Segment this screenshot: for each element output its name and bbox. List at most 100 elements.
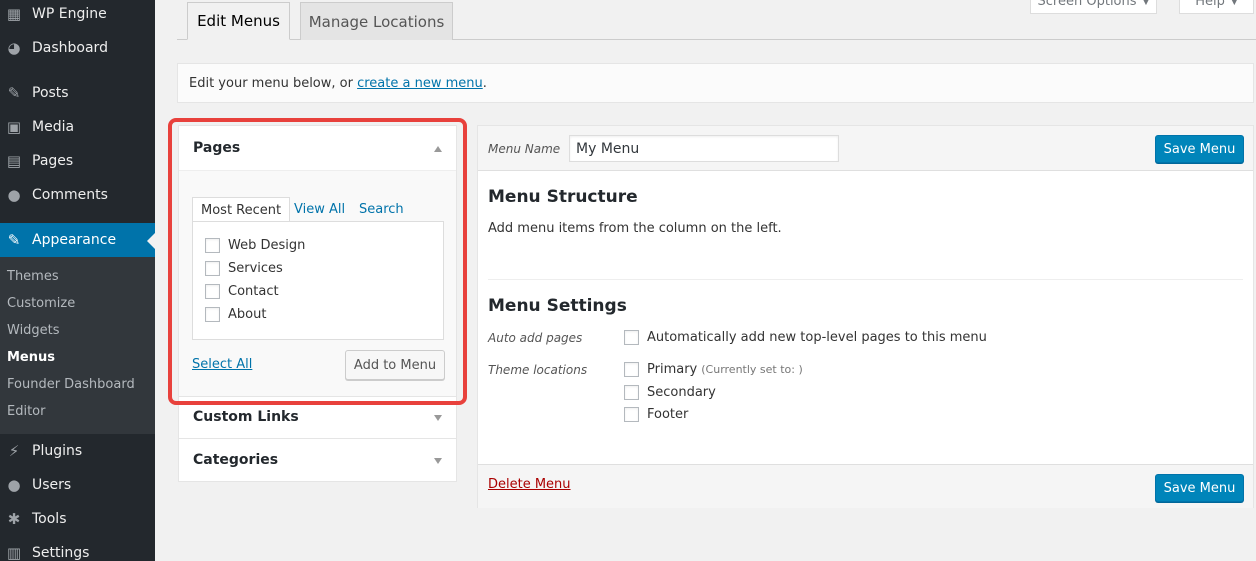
- auto-add-label: Auto add pages: [488, 331, 583, 345]
- menu-structure-hint: Add menu items from the column on the le…: [488, 221, 782, 236]
- help-button[interactable]: Help ▼: [1179, 0, 1254, 14]
- site-name[interactable]: ▦ WP Engine: [0, 0, 155, 31]
- submenu-menus[interactable]: Menus: [7, 350, 55, 365]
- sidebar-item-label: Media: [32, 119, 75, 135]
- plugin-icon: ⚡: [8, 442, 20, 460]
- primary-note: (Currently set to: ): [701, 363, 803, 376]
- submenu-widgets[interactable]: Widgets: [7, 323, 60, 338]
- manage-prefix: Edit your menu below, or: [189, 75, 358, 91]
- media-icon: ▣: [6, 118, 22, 136]
- sidebar-item-label: Comments: [32, 187, 108, 203]
- manage-menus-bar: Edit your menu below, or create a new me…: [177, 63, 1254, 103]
- site-name-label: WP Engine: [32, 6, 107, 22]
- page-label: Web Design: [228, 238, 306, 253]
- submenu-editor[interactable]: Editor: [7, 404, 45, 419]
- custom-links-title: Custom Links: [193, 409, 299, 425]
- sidebar-item-label: Plugins: [32, 443, 83, 459]
- checkbox[interactable]: [624, 330, 639, 345]
- sidebar-item-plugins[interactable]: ⚡ Plugins: [0, 434, 155, 468]
- chevron-down-icon: ▼: [1142, 0, 1150, 7]
- sidebar-item-dashboard[interactable]: ◕ Dashboard: [0, 31, 155, 65]
- auto-add-option[interactable]: Automatically add new top-level pages to…: [624, 330, 987, 345]
- checkbox[interactable]: [624, 385, 639, 400]
- checkbox[interactable]: [205, 238, 220, 253]
- checkbox[interactable]: [205, 284, 220, 299]
- menu-name-label: Menu Name: [488, 142, 561, 156]
- custom-links-metabox[interactable]: Custom Links: [178, 396, 457, 439]
- tab-manage-locations[interactable]: Manage Locations: [300, 2, 453, 40]
- sidebar-item-media[interactable]: ▣ Media: [0, 110, 155, 144]
- sidebar-item-appearance[interactable]: ✎ Appearance: [0, 223, 155, 257]
- screen-options-label: Screen Options: [1037, 0, 1137, 9]
- add-to-menu-button[interactable]: Add to Menu: [345, 350, 445, 380]
- tab-edit-menus[interactable]: Edit Menus: [187, 2, 290, 40]
- list-item[interactable]: Contact: [205, 284, 279, 299]
- tab-view-all[interactable]: View All: [286, 197, 353, 221]
- manage-suffix: .: [482, 75, 487, 91]
- chevron-down-icon: ▼: [1230, 0, 1238, 7]
- expand-down-icon[interactable]: [434, 458, 442, 464]
- settings-icon: ▥: [6, 544, 22, 561]
- appearance-submenu: Themes Customize Widgets Menus Founder D…: [0, 257, 155, 434]
- checkbox[interactable]: [624, 407, 639, 422]
- location-secondary[interactable]: Secondary: [624, 385, 716, 400]
- tab-search[interactable]: Search: [351, 197, 412, 221]
- dashboard-icon: ◕: [7, 39, 21, 57]
- comment-icon: ●: [7, 186, 21, 204]
- list-item[interactable]: Web Design: [205, 238, 305, 253]
- categories-metabox[interactable]: Categories: [178, 438, 457, 482]
- wrench-icon: ✱: [7, 510, 21, 528]
- auto-add-text: Automatically add new top-level pages to…: [647, 330, 987, 345]
- sidebar-item-label: Pages: [32, 153, 74, 169]
- save-menu-button[interactable]: Save Menu: [1155, 474, 1244, 502]
- help-label: Help: [1195, 0, 1225, 9]
- list-item[interactable]: About: [205, 307, 266, 322]
- select-all-link[interactable]: Select All: [192, 357, 252, 372]
- sidebar-item-users[interactable]: ● Users: [0, 468, 155, 502]
- sidebar-item-tools[interactable]: ✱ Tools: [0, 502, 155, 536]
- page-label: Services: [228, 261, 283, 276]
- tab-most-recent[interactable]: Most Recent: [192, 197, 291, 223]
- sidebar-item-posts[interactable]: ✎ Posts: [0, 76, 155, 110]
- pin-icon: ✎: [7, 84, 21, 102]
- location-label: Primary: [647, 362, 698, 377]
- collapse-up-icon[interactable]: [434, 146, 442, 152]
- location-footer[interactable]: Footer: [624, 407, 688, 422]
- save-menu-button[interactable]: Save Menu: [1155, 135, 1244, 163]
- location-primary[interactable]: Primary (Currently set to: ): [624, 362, 803, 377]
- section-divider: [488, 279, 1243, 280]
- pages-metabox: Pages Most Recent View All Search Web De…: [178, 125, 457, 398]
- sidebar-item-label: Appearance: [32, 232, 117, 248]
- checkbox[interactable]: [624, 362, 639, 377]
- menu-name-input[interactable]: My Menu: [569, 135, 839, 162]
- sidebar-item-settings[interactable]: ▥ Settings: [0, 536, 155, 561]
- expand-down-icon[interactable]: [434, 415, 442, 421]
- page-label: About: [228, 307, 267, 322]
- brush-icon: ✎: [7, 231, 21, 249]
- submenu-themes[interactable]: Themes: [7, 269, 59, 284]
- pages-icon: ▤: [6, 152, 22, 170]
- location-label: Secondary: [647, 385, 716, 400]
- admin-sidebar: ▦ WP Engine ◕ Dashboard ✎ Posts ▣ Media …: [0, 0, 155, 561]
- menu-settings-title: Menu Settings: [488, 296, 627, 316]
- menu-management-panel: Menu Name My Menu Save Menu Menu Structu…: [477, 125, 1254, 508]
- theme-locations-label: Theme locations: [488, 363, 588, 377]
- checkbox[interactable]: [205, 307, 220, 322]
- sidebar-item-label: Posts: [32, 85, 69, 101]
- sidebar-item-pages[interactable]: ▤ Pages: [0, 144, 155, 178]
- user-icon: ●: [7, 476, 21, 494]
- pages-box-content: Most Recent View All Search Web Design S…: [179, 170, 456, 397]
- sidebar-item-label: Settings: [32, 545, 90, 561]
- list-item[interactable]: Services: [205, 261, 283, 276]
- sidebar-item-label: Tools: [32, 511, 67, 527]
- submenu-founder-dashboard[interactable]: Founder Dashboard: [7, 377, 135, 392]
- delete-menu-link[interactable]: Delete Menu: [488, 477, 571, 492]
- sidebar-item-comments[interactable]: ● Comments: [0, 178, 155, 212]
- menu-structure-title: Menu Structure: [488, 187, 638, 207]
- pages-box-title[interactable]: Pages: [193, 140, 240, 156]
- current-arrow: [147, 233, 155, 249]
- create-menu-link[interactable]: create a new menu: [357, 76, 483, 91]
- submenu-customize[interactable]: Customize: [7, 296, 75, 311]
- screen-options-button[interactable]: Screen Options ▼: [1030, 0, 1157, 14]
- checkbox[interactable]: [205, 261, 220, 276]
